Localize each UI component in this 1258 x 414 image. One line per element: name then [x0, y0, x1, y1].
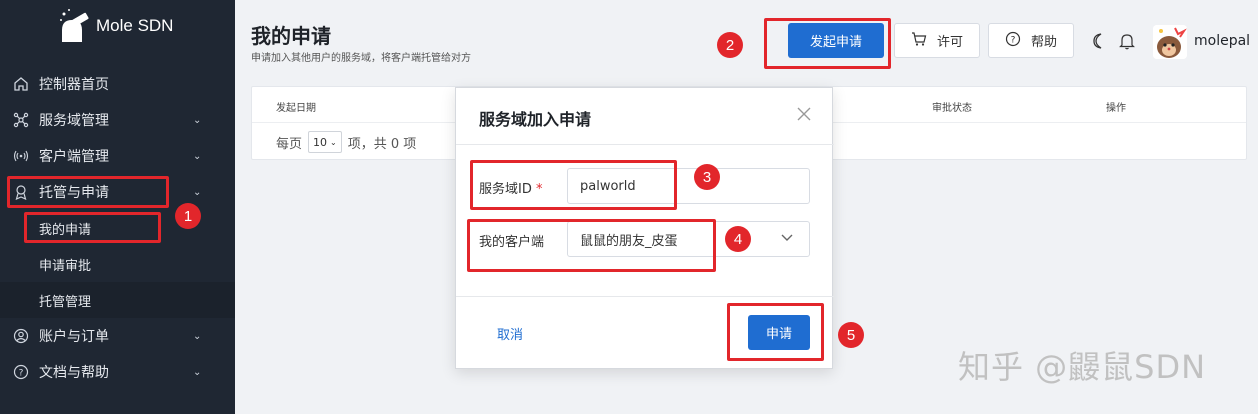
chevron-down-icon: ⌄ [193, 366, 202, 378]
annotation-badge-1: 1 [175, 203, 201, 229]
service-domain-id-label: 服务域ID * [479, 178, 543, 197]
total-count-text: 项，共 0 项 [347, 136, 417, 152]
column-header-date[interactable]: 发起日期 [276, 99, 316, 114]
chevron-down-icon: ⌄ [193, 114, 202, 126]
award-icon [12, 183, 30, 201]
watermark: 知乎 @鼹鼠SDN [958, 348, 1207, 386]
sidebar-item-docs-help[interactable]: ? 文档与帮助 ⌄ [0, 354, 235, 390]
sidebar-item-account-orders[interactable]: 账户与订单 ⌄ [0, 318, 235, 354]
sidebar-item-label: 托管与申请 [39, 185, 109, 201]
service-domain-id-input[interactable]: palworld [567, 168, 810, 204]
network-icon [12, 111, 30, 129]
sidebar-item-client[interactable]: 客户端管理 ⌄ [0, 138, 235, 174]
sidebar-item-label: 账户与订单 [39, 329, 109, 345]
join-domain-modal: 服务域加入申请 服务域ID * palworld 我的客户端 鼠鼠的朋友_皮蛋 … [455, 87, 834, 369]
chevron-down-icon: ⌄ [330, 137, 337, 147]
user-circle-icon [12, 327, 30, 345]
chevron-down-icon: ⌄ [193, 150, 202, 162]
modal-title: 服务域加入申请 [479, 110, 592, 129]
logo-text: Mole SDN [96, 16, 174, 35]
annotation-badge-5: 5 [838, 322, 864, 348]
page-title: 我的申请 [251, 24, 331, 48]
help-button[interactable]: ? 帮助 [988, 23, 1074, 58]
chevron-down-icon: ⌄ [193, 330, 202, 342]
svg-text:?: ? [1011, 35, 1016, 45]
cart-icon [911, 31, 927, 51]
help-circle-icon: ? [1005, 31, 1021, 51]
sidebar-subitem-approval[interactable]: 申请审批 [0, 246, 235, 282]
svg-text:?: ? [19, 369, 24, 379]
sidebar-item-hosting-apply[interactable]: 托管与申请 ⌄ [0, 174, 235, 210]
annotation-badge-3: 3 [694, 164, 720, 190]
license-button-label: 许可 [936, 35, 963, 50]
bell-icon[interactable] [1119, 32, 1135, 54]
pagination: 每页 10 ⌄ 项，共 0 项 [276, 131, 416, 153]
my-client-select[interactable]: 鼠鼠的朋友_皮蛋 [567, 221, 810, 257]
per-page-select[interactable]: 10 ⌄ [308, 131, 342, 153]
annotation-badge-4: 4 [725, 226, 751, 252]
sidebar-subitem-label: 申请审批 [39, 258, 92, 274]
column-header-actions: 操作 [1106, 103, 1126, 114]
my-client-label: 我的客户端 [479, 235, 545, 250]
page-description: 申请加入其他用户的服务域，将客户端托管给对方 [251, 53, 471, 64]
modal-divider [456, 296, 834, 297]
submit-application-button[interactable]: 申请 [748, 315, 810, 350]
sidebar-item-label: 文档与帮助 [39, 365, 109, 381]
sidebar-subitem-label: 我的申请 [39, 222, 92, 238]
help-button-label: 帮助 [1030, 35, 1057, 50]
service-domain-id-value: palworld [580, 178, 636, 194]
per-page-value: 10 [313, 135, 328, 149]
help-circle-icon: ? [12, 363, 30, 381]
sidebar-item-label: 客户端管理 [39, 149, 109, 165]
chevron-down-icon [780, 230, 794, 248]
sidebar-item-label: 控制器首页 [39, 77, 109, 93]
moon-icon[interactable] [1090, 32, 1106, 54]
sidebar-subitem-hosting-manage[interactable]: 托管管理 [0, 282, 235, 318]
sidebar-subitem-label: 托管管理 [39, 294, 92, 310]
mole-logo-icon [58, 8, 94, 44]
username[interactable]: molepal [1194, 33, 1250, 49]
license-button[interactable]: 许可 [894, 23, 980, 58]
per-page-label: 每页 [276, 136, 303, 152]
cancel-button[interactable]: 取消 [497, 324, 523, 343]
field-label-text: 服务域ID [479, 182, 532, 197]
modal-divider [456, 144, 834, 145]
close-icon[interactable] [796, 106, 812, 127]
chevron-down-icon: ⌄ [193, 186, 202, 198]
signal-icon [12, 147, 30, 165]
required-mark: * [536, 182, 543, 197]
annotation-badge-2: 2 [717, 32, 743, 58]
my-client-value: 鼠鼠的朋友_皮蛋 [580, 233, 678, 249]
home-icon [12, 75, 30, 93]
sidebar: Mole SDN 控制器首页 服务域管理 ⌄ 客户端管理 ⌄ 托管与申请 ⌄ 我… [0, 0, 235, 414]
app-logo[interactable]: Mole SDN [58, 6, 173, 46]
column-header-status[interactable]: 审批状态 [932, 99, 972, 114]
new-application-button[interactable]: 发起申请 [788, 23, 884, 58]
sidebar-item-service-domain[interactable]: 服务域管理 ⌄ [0, 102, 235, 138]
sidebar-item-controller-home[interactable]: 控制器首页 [0, 66, 235, 102]
avatar[interactable] [1153, 25, 1187, 59]
sidebar-item-label: 服务域管理 [39, 113, 109, 129]
